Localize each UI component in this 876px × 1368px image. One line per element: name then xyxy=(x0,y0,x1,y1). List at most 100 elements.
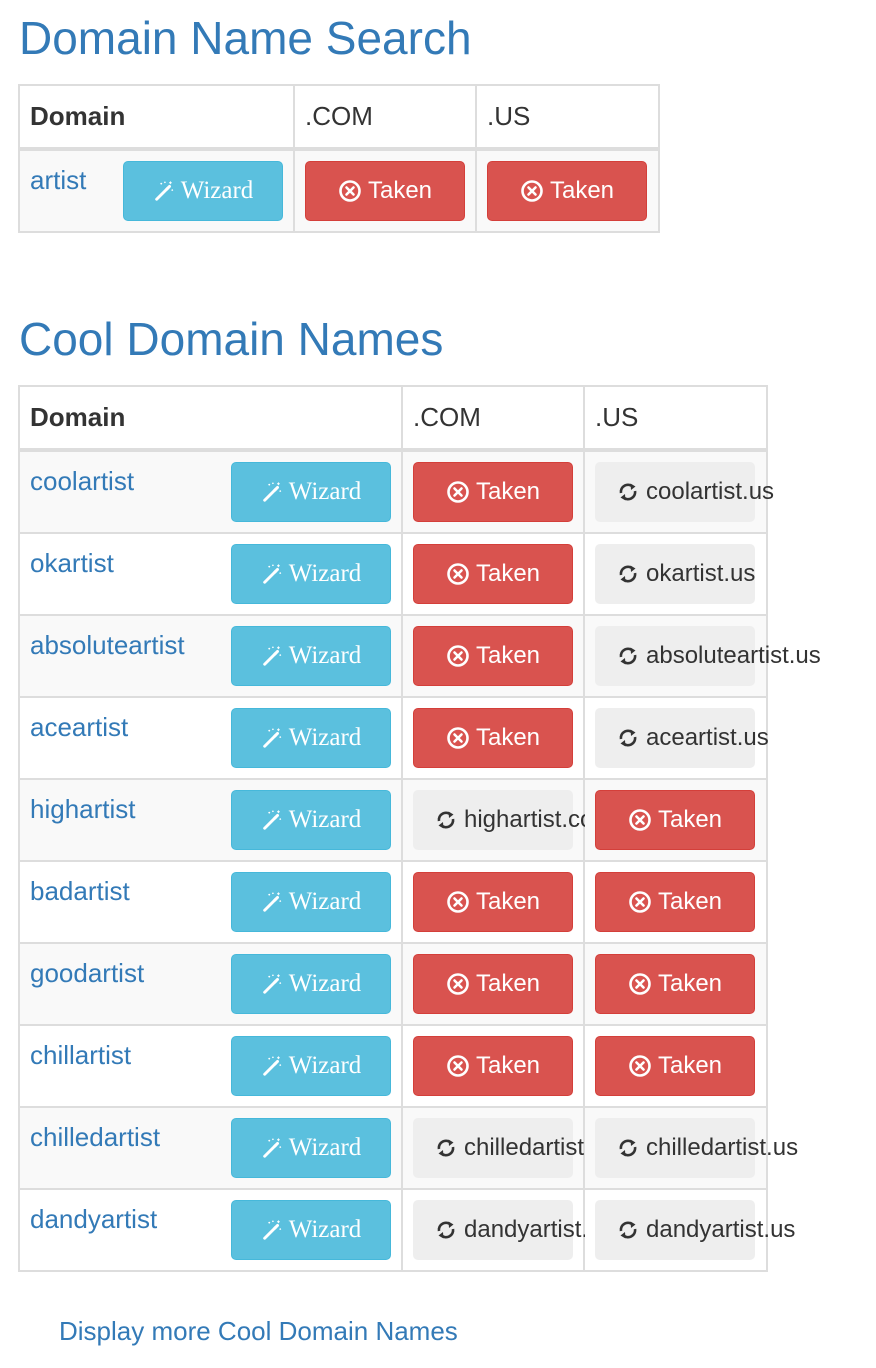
display-more-link[interactable]: Display more Cool Domain Names xyxy=(59,1316,458,1347)
com-taken-button[interactable]: Taken xyxy=(413,544,573,604)
wizard-button[interactable]: Wizard xyxy=(231,708,391,768)
wizard-label: Wizard xyxy=(288,1052,362,1079)
us-check-button[interactable]: chilledartist.us xyxy=(595,1118,798,1178)
x-circle-icon xyxy=(628,1054,652,1078)
domain-cell: absoluteartist Wizard xyxy=(18,614,403,698)
domain-cell: aceartist Wizard xyxy=(18,696,403,780)
domain-link[interactable]: aceartist xyxy=(30,712,128,742)
wizard-label: Wizard xyxy=(288,970,362,997)
wizard-label: Wizard xyxy=(288,806,362,833)
magic-wand-icon xyxy=(153,180,175,202)
domain-link[interactable]: goodartist xyxy=(30,958,144,988)
refresh-icon xyxy=(616,644,640,668)
us-taken-button[interactable]: Taken xyxy=(595,790,755,850)
us-cell: Taken xyxy=(583,942,768,1026)
domain-link[interactable]: highartist xyxy=(30,794,136,824)
domain-link[interactable]: chillartist xyxy=(30,1040,131,1070)
domain-cell: okartist Wizard xyxy=(18,532,403,616)
us-taken-button[interactable]: Taken xyxy=(487,161,647,221)
domain-link[interactable]: chilledartist xyxy=(30,1122,160,1152)
table-row: artist Wizard Taken Taken xyxy=(18,148,660,233)
com-taken-button[interactable]: Taken xyxy=(413,954,573,1014)
table-row: aceartist Wizard Taken aceartist.us xyxy=(18,696,769,780)
domain-link[interactable]: artist xyxy=(30,165,86,195)
com-check-button[interactable]: dandyartist.com xyxy=(413,1200,633,1260)
com-taken-button[interactable]: Taken xyxy=(413,626,573,686)
com-taken-button[interactable]: Taken xyxy=(413,872,573,932)
table-header-row: Domain .COM .US xyxy=(18,385,768,452)
wizard-button[interactable]: Wizard xyxy=(231,544,391,604)
wizard-button[interactable]: Wizard xyxy=(123,161,283,221)
refresh-icon xyxy=(616,726,640,750)
com-taken-button[interactable]: Taken xyxy=(413,708,573,768)
us-taken-button[interactable]: Taken xyxy=(595,1036,755,1096)
x-circle-icon xyxy=(628,972,652,996)
us-cell: Taken xyxy=(583,860,768,944)
wizard-button[interactable]: Wizard xyxy=(231,1036,391,1096)
us-taken-button[interactable]: Taken xyxy=(595,954,755,1014)
us-check-button[interactable]: aceartist.us xyxy=(595,708,769,768)
table-row: badartist Wizard Taken Taken xyxy=(18,860,768,944)
com-cell: Taken xyxy=(401,860,585,944)
wizard-button[interactable]: Wizard xyxy=(231,954,391,1014)
status-label: aceartist.us xyxy=(646,724,769,751)
com-check-button[interactable]: highartist.com xyxy=(413,790,613,850)
table-row: okartist Wizard Taken okartist.us xyxy=(18,532,768,616)
wizard-label: Wizard xyxy=(180,177,254,204)
status-label: Taken xyxy=(367,177,433,204)
magic-wand-icon xyxy=(261,809,283,831)
header-domain: Domain xyxy=(18,84,295,151)
wizard-button[interactable]: Wizard xyxy=(231,872,391,932)
domain-link[interactable]: coolartist xyxy=(30,466,134,496)
domain-link[interactable]: absoluteartist xyxy=(30,630,185,660)
domain-cell: chilledartist Wizard xyxy=(18,1106,403,1190)
com-taken-button[interactable]: Taken xyxy=(305,161,465,221)
com-taken-button[interactable]: Taken xyxy=(413,462,573,522)
header-us: .US xyxy=(583,385,768,452)
com-cell: chilledartist.com xyxy=(401,1106,636,1190)
domain-cell: coolartist Wizard xyxy=(18,449,403,534)
domain-link[interactable]: badartist xyxy=(30,876,130,906)
wizard-button[interactable]: Wizard xyxy=(231,1200,391,1260)
wizard-button[interactable]: Wizard xyxy=(231,626,391,686)
status-label: Taken xyxy=(475,970,541,997)
us-check-button[interactable]: absoluteartist.us xyxy=(595,626,821,686)
page: Domain Name Search Domain .COM .US artis… xyxy=(0,0,876,1368)
wizard-button[interactable]: Wizard xyxy=(231,790,391,850)
status-label: Taken xyxy=(657,1052,723,1079)
us-cell: dandyartist.us xyxy=(583,1188,795,1272)
magic-wand-icon xyxy=(261,891,283,913)
domain-link[interactable]: dandyartist xyxy=(30,1204,157,1234)
com-cell: Taken xyxy=(401,696,585,780)
status-label: Taken xyxy=(475,642,541,669)
us-check-button[interactable]: okartist.us xyxy=(595,544,755,604)
domain-link[interactable]: okartist xyxy=(30,548,114,578)
com-check-button[interactable]: chilledartist.com xyxy=(413,1118,636,1178)
wizard-button[interactable]: Wizard xyxy=(231,462,391,522)
x-circle-icon xyxy=(446,644,470,668)
magic-wand-icon xyxy=(261,645,283,667)
table-row: chilledartist Wizard chilledartist.com c… xyxy=(18,1106,798,1190)
status-label: Taken xyxy=(657,970,723,997)
refresh-icon xyxy=(616,480,640,504)
magic-wand-icon xyxy=(261,563,283,585)
refresh-icon xyxy=(616,1136,640,1160)
us-check-button[interactable]: coolartist.us xyxy=(595,462,774,522)
wizard-label: Wizard xyxy=(288,560,362,587)
us-cell: coolartist.us xyxy=(583,449,774,534)
com-cell: Taken xyxy=(401,942,585,1026)
wizard-label: Wizard xyxy=(288,1134,362,1161)
us-taken-button[interactable]: Taken xyxy=(595,872,755,932)
magic-wand-icon xyxy=(261,481,283,503)
us-cell: Taken xyxy=(583,1024,768,1108)
status-label: Taken xyxy=(475,888,541,915)
x-circle-icon xyxy=(446,972,470,996)
refresh-icon xyxy=(434,808,458,832)
table-row: highartist Wizard highartist.com Taken xyxy=(18,778,768,862)
com-taken-button[interactable]: Taken xyxy=(413,1036,573,1096)
us-check-button[interactable]: dandyartist.us xyxy=(595,1200,795,1260)
status-label: Taken xyxy=(475,560,541,587)
domain-search-table: Domain .COM .US artist Wizard Taken Take… xyxy=(18,84,660,233)
x-circle-icon xyxy=(446,562,470,586)
wizard-button[interactable]: Wizard xyxy=(231,1118,391,1178)
